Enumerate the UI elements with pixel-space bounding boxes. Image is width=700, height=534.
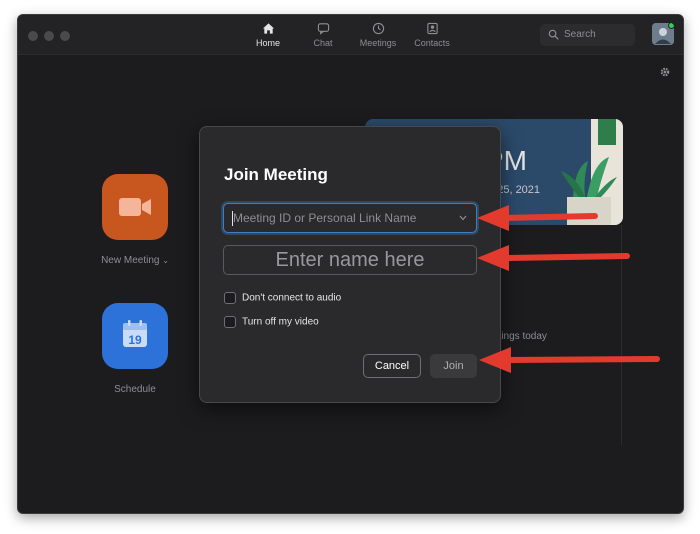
tab-chat[interactable]: Chat (298, 22, 348, 48)
no-meetings-text: etings today (493, 331, 547, 342)
video-option[interactable]: Turn off my video (224, 316, 319, 328)
join-button[interactable]: Join (430, 354, 477, 378)
online-status-dot (668, 23, 674, 29)
chat-icon (317, 23, 329, 35)
cancel-button[interactable]: Cancel (363, 354, 421, 378)
calendar-day: 19 (128, 333, 142, 347)
video-camera-icon (119, 198, 151, 216)
meeting-id-input[interactable]: Meeting ID or Personal Link Name (223, 203, 477, 233)
audio-option[interactable]: Don't connect to audio (224, 292, 341, 304)
minimize-window-button[interactable] (44, 31, 54, 41)
text-caret (232, 211, 233, 226)
chevron-down-icon[interactable]: ⌄ (162, 256, 169, 265)
search-placeholder: Search (564, 29, 596, 40)
avatar[interactable] (652, 23, 674, 45)
new-meeting-label: New Meeting ⌄ (101, 255, 169, 266)
annotation-arrow-meeting-id-icon (477, 205, 598, 231)
search-icon (548, 29, 559, 40)
audio-checkbox[interactable] (224, 292, 236, 304)
annotation-arrow-join-icon (479, 347, 660, 373)
clock-icon (372, 22, 384, 35)
name-input[interactable]: Enter name here (223, 245, 477, 275)
tab-contacts[interactable]: Contacts (407, 22, 457, 48)
video-option-label: Turn off my video (242, 316, 319, 328)
name-placeholder: Enter name here (275, 249, 425, 271)
contacts-icon (426, 22, 438, 35)
title-bar: Home Chat Meetings Contacts Search (18, 15, 683, 55)
tab-meetings[interactable]: Meetings (353, 22, 403, 48)
video-checkbox[interactable] (224, 316, 236, 328)
annotation-arrow-name-icon (477, 245, 630, 271)
settings-gear-icon[interactable] (659, 66, 671, 78)
tab-meetings-label: Meetings (359, 38, 397, 48)
tab-home[interactable]: Home (243, 22, 293, 48)
meeting-id-placeholder: Meeting ID or Personal Link Name (233, 211, 417, 225)
schedule-button[interactable]: 19 (102, 303, 168, 369)
tab-home-label: Home (255, 38, 280, 48)
zoom-window-button[interactable] (60, 31, 70, 41)
audio-option-label: Don't connect to audio (242, 292, 342, 304)
home-icon (262, 23, 274, 34)
dialog-title: Join Meeting (224, 165, 328, 184)
new-meeting-button[interactable] (102, 174, 168, 240)
tab-chat-label: Chat (313, 38, 333, 48)
schedule-label: Schedule (114, 384, 156, 395)
search-input[interactable]: Search (540, 24, 635, 46)
calendar-icon: 19 (123, 320, 147, 347)
join-meeting-dialog: Join Meeting Meeting ID or Personal Link… (199, 126, 501, 403)
tab-contacts-label: Contacts (414, 38, 450, 48)
close-window-button[interactable] (28, 31, 38, 41)
chevron-down-icon[interactable] (459, 215, 467, 221)
